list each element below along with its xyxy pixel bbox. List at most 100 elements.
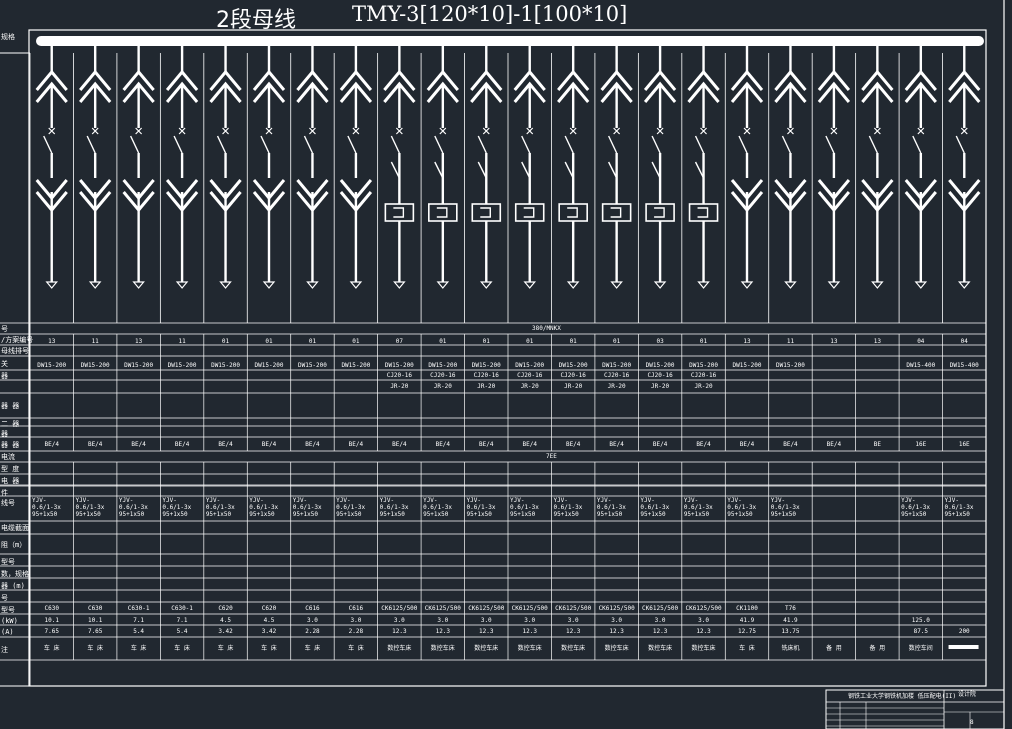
power-kw: 10.1 xyxy=(44,617,59,624)
ct-ratio: BE/4 xyxy=(609,441,624,448)
breaker-cross xyxy=(178,127,186,135)
power-kw: 3.0 xyxy=(611,617,623,624)
equipment-type: C630-1 xyxy=(171,605,193,612)
cable-spec: YJV- 0.6/1-3x 95+1x50 xyxy=(205,497,235,518)
title-block-sheet: 8 xyxy=(970,719,974,726)
switch-blade xyxy=(86,135,96,154)
relay-model: JR-20 xyxy=(390,383,409,390)
row-label: 号 xyxy=(1,594,8,602)
outgoing-arrow xyxy=(914,281,928,289)
cable-spec: YJV- 0.6/1-3x 95+1x50 xyxy=(379,497,409,518)
breaker-cross xyxy=(439,127,447,135)
power-kw: 4.5 xyxy=(263,617,275,624)
row-label: (kW) xyxy=(1,617,18,625)
cable-spec: YJV- 0.6/1-3x 95+1x50 xyxy=(901,497,930,518)
equipment-type: CK6125/500 xyxy=(598,605,635,612)
equipment-type: CK6125/500 xyxy=(642,605,679,612)
switch-blade xyxy=(651,135,661,154)
switch-blade xyxy=(173,135,183,154)
remark: 车 床 xyxy=(130,645,147,652)
relay-model: JR-20 xyxy=(564,383,583,390)
switch-blade xyxy=(43,135,53,154)
current-a: 12.3 xyxy=(609,628,624,635)
equipment-type: T76 xyxy=(785,605,796,612)
breaker-model: DW15-200 xyxy=(384,362,414,369)
row-label: 型号 xyxy=(1,606,15,614)
switch-blade xyxy=(216,135,227,154)
switch-blade xyxy=(347,135,357,154)
breaker-cross xyxy=(309,127,316,135)
breaker-cross xyxy=(787,127,794,135)
breaker-model: DW15-200 xyxy=(732,362,762,369)
power-kw: 3.0 xyxy=(480,617,492,624)
scheme-id: 13 xyxy=(48,338,56,345)
outgoing-arrow xyxy=(653,281,667,289)
scheme-id: 01 xyxy=(352,338,360,345)
outgoing-arrow xyxy=(306,281,319,289)
scheme-id: 04 xyxy=(917,338,925,345)
contactor-model: CJ20-16 xyxy=(517,372,543,379)
row-label: 号 xyxy=(1,325,8,333)
row-label: 关 xyxy=(1,360,8,368)
cable-spec: YJV- 0.6/1-3x 95+1x50 xyxy=(944,497,974,518)
breaker-cross xyxy=(917,127,925,135)
outgoing-arrow xyxy=(784,281,797,289)
current-a: 7.65 xyxy=(87,628,103,635)
middle-band-label: 7EE xyxy=(546,453,557,460)
breaker-cross xyxy=(830,127,838,135)
ct-ratio: BE/4 xyxy=(696,441,711,448)
outgoing-arrow xyxy=(610,281,623,289)
system-label: 380/MNKX xyxy=(532,325,561,332)
outgoing-arrow xyxy=(175,281,189,289)
switch-blade xyxy=(521,135,531,154)
outgoing-arrow xyxy=(523,281,537,289)
current-a: 87.5 xyxy=(913,628,929,635)
busbar-spec: TMY-3[120*10]-1[100*10] xyxy=(352,2,628,26)
equipment-type: CK6125/500 xyxy=(424,605,461,612)
cable-spec: YJV- 0.6/1-3x 95+1x50 xyxy=(292,497,322,518)
current-a: 12.3 xyxy=(652,628,668,635)
breaker-cross xyxy=(613,127,621,135)
equipment-type: C630-1 xyxy=(127,605,150,612)
ct-ratio: BE/4 xyxy=(174,441,190,448)
scheme-id: 13 xyxy=(830,338,838,345)
outgoing-arrow xyxy=(132,281,145,289)
row-label: 电流 xyxy=(1,453,15,461)
outgoing-arrow xyxy=(827,281,841,289)
panel-frame xyxy=(28,29,987,687)
scheme-id: 01 xyxy=(308,338,317,345)
switch-blade xyxy=(303,135,314,154)
current-a: 12.75 xyxy=(737,628,757,635)
remark: 备 用 xyxy=(826,645,842,652)
current-a: 12.3 xyxy=(479,628,494,635)
remark-bar xyxy=(948,645,979,649)
thermal-relay-box xyxy=(645,203,675,222)
remark: 车 床 xyxy=(739,645,755,652)
row-label: 器 xyxy=(1,430,8,438)
scheme-id: 01 xyxy=(613,338,621,345)
remark: 数控车床 xyxy=(561,645,586,652)
remark: 车 床 xyxy=(217,645,234,652)
switch-blade xyxy=(912,135,922,154)
switch-blade xyxy=(738,135,748,154)
current-a: 13.75 xyxy=(781,628,800,635)
thermal-relay-box xyxy=(601,203,632,222)
ct-ratio: BE/4 xyxy=(305,441,320,448)
breaker-cross xyxy=(395,127,403,135)
current-a: 2.28 xyxy=(305,628,320,635)
contactor-model: CJ20-16 xyxy=(473,372,499,379)
row-label: 电缆截面 xyxy=(1,524,29,532)
remark: 车 床 xyxy=(304,645,321,652)
scheme-id: 01 xyxy=(221,338,230,345)
relay-model: JR-20 xyxy=(607,383,626,390)
power-kw: 4.5 xyxy=(220,617,231,624)
breaker-model: DW15-200 xyxy=(211,362,240,369)
switch-blade xyxy=(130,135,140,154)
row-label: 电 器 xyxy=(1,477,20,485)
thermal-relay-element xyxy=(523,207,535,218)
breaker-model: DW15-200 xyxy=(297,362,327,369)
remark: 车 床 xyxy=(261,645,277,652)
equipment-type: CK6125/500 xyxy=(468,605,505,612)
breaker-cross xyxy=(960,127,968,135)
row-label: 母线排号 xyxy=(1,347,29,355)
